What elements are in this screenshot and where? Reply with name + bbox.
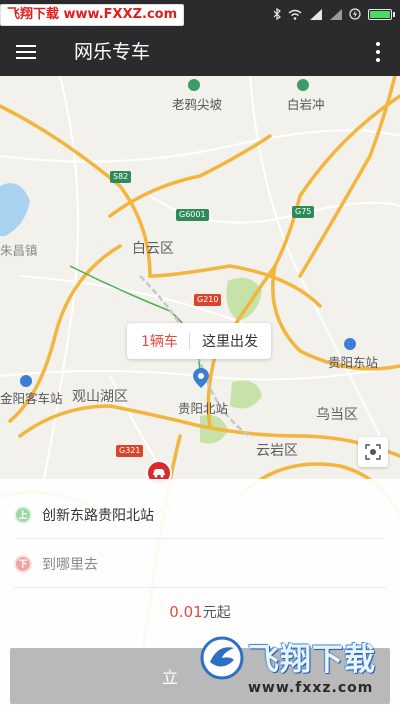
charging-icon xyxy=(349,8,361,20)
road-shield: G75 xyxy=(292,206,315,218)
watermark-logo: 飞翔下载 www.fxxz.com xyxy=(200,630,400,712)
app-bar: 网乐专车 xyxy=(0,28,400,76)
wifi-icon xyxy=(288,9,302,20)
place-label: 贵阳东站 xyxy=(328,355,379,370)
status-bar: 飞翔下载 www.FXXZ.com xyxy=(0,0,400,28)
logo-icon xyxy=(200,636,244,680)
watermark-tag: 飞翔下载 www.FXXZ.com xyxy=(0,4,185,26)
confirm-button-label: 立 xyxy=(161,668,178,687)
lake-area xyxy=(0,183,30,236)
destination-placeholder: 到哪里去 xyxy=(42,556,98,573)
battery-level xyxy=(370,10,390,18)
district-label: 白云区 xyxy=(132,241,174,257)
place-label: 白岩冲 xyxy=(287,97,325,112)
district-label: 乌当区 xyxy=(316,407,358,423)
more-vert-icon[interactable] xyxy=(372,40,384,64)
pickup-row[interactable]: 上 创新东路贵阳北站 xyxy=(14,491,386,539)
pickup-icon: 上 xyxy=(14,505,32,524)
bluetooth-icon xyxy=(273,8,281,20)
road-shield: G6001 xyxy=(176,209,209,221)
signal-icon-2 xyxy=(330,8,342,20)
place-label: 金阳客车站 xyxy=(0,391,63,406)
price-value: 0.01 xyxy=(169,603,203,621)
price-suffix: 元起 xyxy=(202,605,231,621)
locate-button[interactable] xyxy=(358,437,388,467)
battery-icon xyxy=(368,8,395,20)
price-estimate: 0.01元起 xyxy=(0,602,400,622)
signal-icon xyxy=(310,8,322,20)
road-shield: G210 xyxy=(194,294,222,306)
crosshair-icon xyxy=(365,444,381,460)
watermark-url: www.fxxz.com xyxy=(248,680,374,696)
place-label: 老鸦尖坡 xyxy=(172,97,223,112)
train-station-icon xyxy=(344,338,356,350)
pickup-bubble[interactable]: 1辆车 这里出发 xyxy=(127,323,271,359)
location-pin-icon xyxy=(193,368,209,388)
app-title: 网乐专车 xyxy=(74,41,151,63)
status-icons xyxy=(273,5,395,23)
place-label: 朱昌镇 xyxy=(0,243,38,258)
pickup-address: 创新东路贵阳北站 xyxy=(42,507,154,524)
menu-icon[interactable] xyxy=(16,40,40,64)
bus-station-icon xyxy=(20,375,32,387)
park-area xyxy=(226,277,262,321)
car-icon xyxy=(153,469,165,478)
car-count-label: 1辆车 xyxy=(141,334,178,350)
watermark-big-text: 飞翔下载 xyxy=(248,642,376,678)
destination-row[interactable]: 下 到哪里去 xyxy=(14,540,386,588)
park-area-2 xyxy=(230,380,262,409)
district-label: 观山湖区 xyxy=(72,389,128,405)
district-label: 云岩区 xyxy=(256,443,298,459)
mountain-icon-2 xyxy=(297,79,309,91)
road-shield: S82 xyxy=(110,171,132,183)
depart-here-label: 这里出发 xyxy=(202,334,258,350)
mountain-icon xyxy=(188,79,200,91)
road-shield: G321 xyxy=(116,445,144,457)
destination-icon: 下 xyxy=(14,554,32,573)
place-label: 贵阳北站 xyxy=(178,401,229,416)
